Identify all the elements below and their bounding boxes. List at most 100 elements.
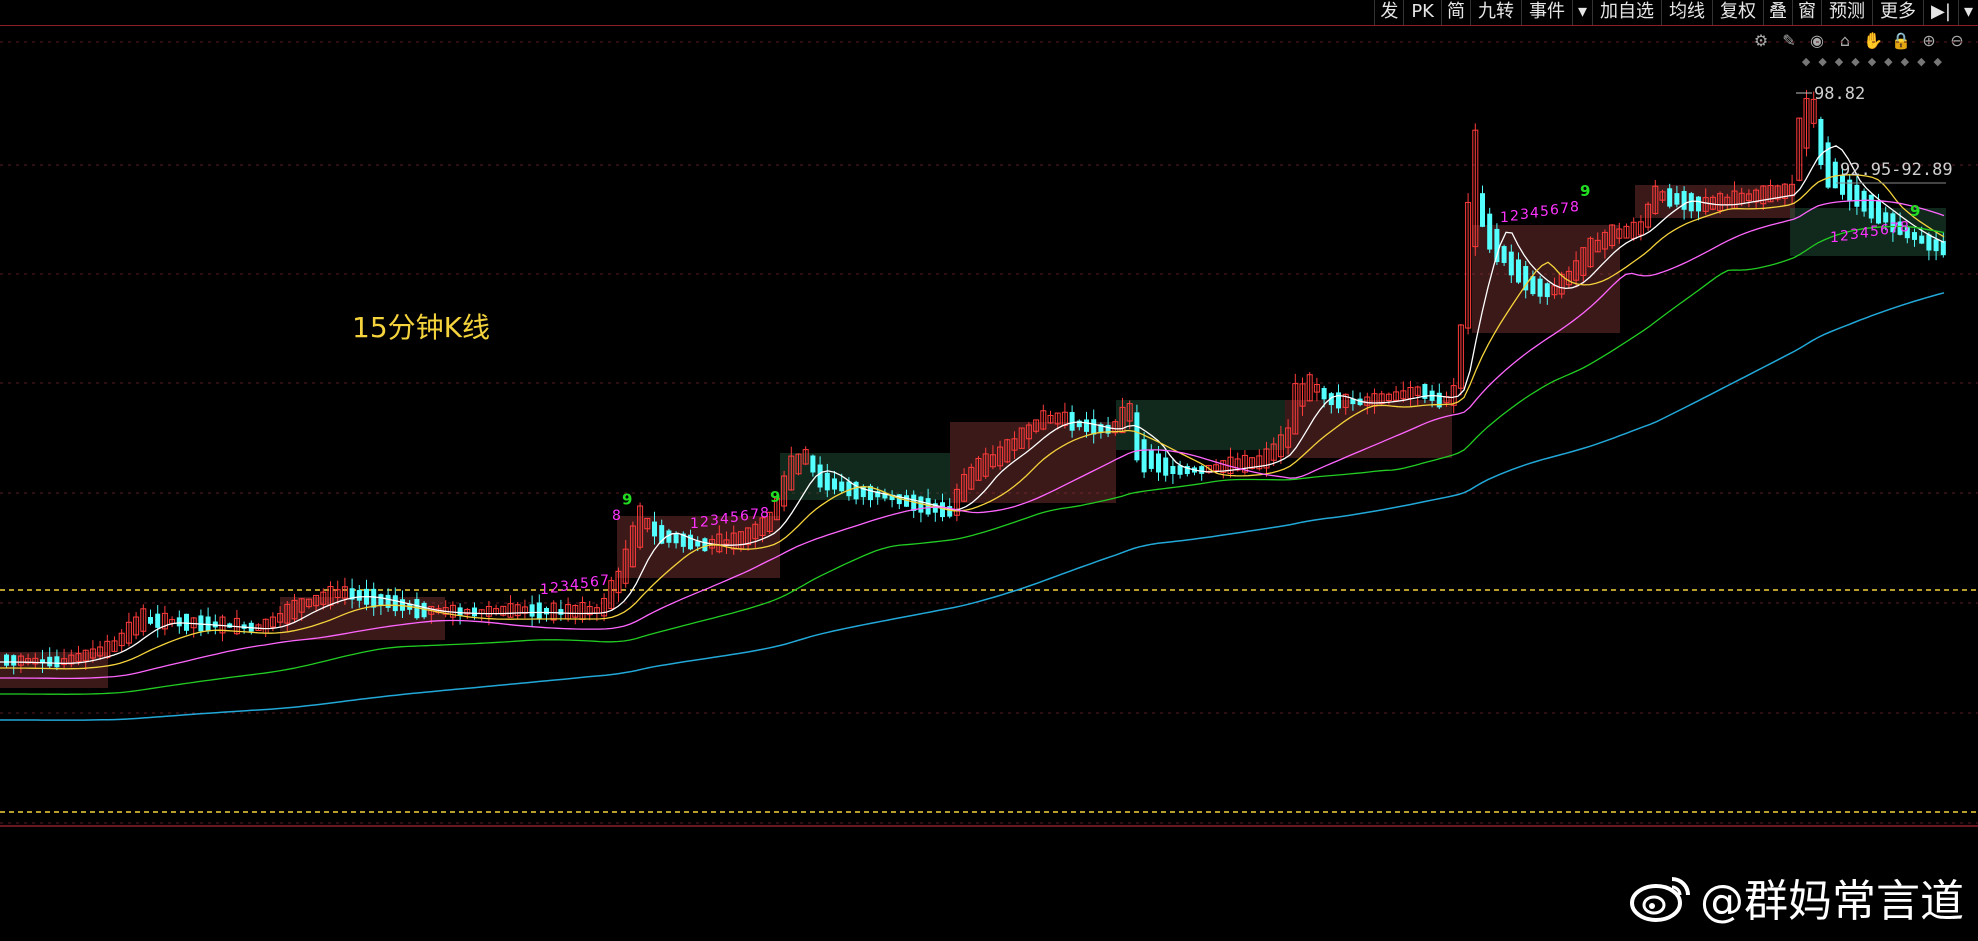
td-label-2-3: 4 [720,512,729,528]
td-label-2-5: 6 [740,509,749,525]
candle-54 [392,595,398,612]
candle-206 [1487,213,1493,250]
candle-130 [940,502,945,518]
ma10-line [0,174,1945,670]
ma60-line [0,292,1945,721]
candle-257 [1854,184,1860,207]
td-label-0-2: 3 [560,579,569,595]
candle-65 [472,607,477,617]
kline-chart[interactable]: 1 2 3 4 5 6 7891 2 3 4 5 6 7 891 2 3 4 5 6 7 891 2 3 4 5 6 7 8998.8… [0,0,1978,941]
td-label-0-0: 1 [540,582,549,598]
candle-114 [824,472,830,491]
candle-52 [378,594,384,606]
candle-151 [1091,419,1097,435]
candle-252 [1818,118,1824,166]
td-nine-4: 9 [1910,202,1920,220]
td-label-2-6: 7 [750,507,759,523]
candle-212 [1530,276,1536,295]
candle-6 [47,656,53,667]
candle-93 [673,533,679,544]
td-label-3-0: 1 [1500,210,1509,226]
td-label-4-5: 6 [1880,223,1889,239]
candle-116 [839,481,845,492]
td-label-0-6: 7 [600,573,609,589]
td-label-2-4: 5 [730,510,739,526]
candle-115 [832,478,837,490]
candle-90 [652,521,657,537]
candle-185 [1336,392,1341,409]
td-label-3-2: 3 [1520,207,1529,223]
candle-183 [1321,388,1327,400]
candle-157 [1134,412,1140,461]
td-nine-1: 9 [622,491,632,509]
candle-205 [1480,193,1485,227]
td-label-4-2: 3 [1850,227,1859,243]
td-label-4-7: 8 [1900,220,1909,236]
td-label-4-4: 5 [1870,224,1879,240]
candle-231 [1667,188,1673,207]
td-nine-3: 9 [1580,182,1590,200]
candle-213 [1537,278,1543,297]
candle-21 [155,613,161,628]
td-label-3-1: 2 [1510,209,1519,225]
candle-77 [558,609,564,615]
ma5-line [0,145,1945,665]
candle-159 [1148,449,1154,469]
td-label-4-3: 4 [1860,226,1869,242]
candle-7 [54,656,60,668]
candle-53 [385,594,391,608]
candle-1 [11,655,17,666]
candle-158 [1141,439,1147,473]
candle-166 [1199,466,1205,474]
range-box-1 [280,597,445,640]
candle-0 [4,654,9,666]
td-label-4-0: 1 [1830,230,1839,246]
td-label-0-5: 6 [590,575,599,591]
candle-148 [1069,412,1075,431]
candle-261 [1883,212,1889,223]
candle-97 [702,538,708,552]
td-label-3-3: 4 [1530,206,1539,222]
candle-265 [1912,232,1917,240]
candle-51 [371,588,377,608]
candle-160 [1156,453,1161,473]
candle-75 [544,607,549,615]
candle-210 [1516,259,1521,283]
td-label-3-7: 8 [1570,200,1579,216]
td-label-3-6: 7 [1560,201,1569,217]
candle-49 [356,590,362,601]
td-label-2-7: 8 [760,506,769,522]
weibo-icon [1630,877,1690,922]
candle-260 [1876,200,1881,224]
candle-235 [1696,196,1701,212]
candle-161 [1163,457,1169,476]
td-label-4-6: 7 [1890,221,1899,237]
candle-150 [1084,419,1089,432]
candle-214 [1544,283,1550,298]
td-label-0-3: 4 [570,578,579,594]
candle-112 [810,455,816,473]
td-label-0-1: 2 [550,581,559,597]
range-box-5 [1116,400,1285,450]
candle-73 [529,604,535,617]
td-label-4-1: 2 [1840,229,1849,245]
watermark-text: @群妈常言道 [1700,876,1964,927]
candle-113 [817,464,823,488]
period-label: 15分钟K线 [352,311,490,344]
candle-233 [1681,190,1687,210]
candle-74 [536,602,542,620]
candle-209 [1508,251,1514,276]
candle-25 [184,613,189,631]
candle-24 [176,617,182,627]
td-label-2-0: 1 [690,516,699,532]
candle-269 [1940,240,1946,256]
candle-259 [1868,194,1874,219]
candle-266 [1919,235,1925,244]
td-label-3-5: 6 [1550,203,1559,219]
candle-232 [1674,193,1680,205]
td-nine-2: 9 [770,488,780,506]
td-label-1-0: 8 [612,508,621,524]
td-label-2-2: 3 [710,513,719,529]
candle-63 [457,607,463,616]
watermark: @群妈常言道 [1630,865,1964,929]
